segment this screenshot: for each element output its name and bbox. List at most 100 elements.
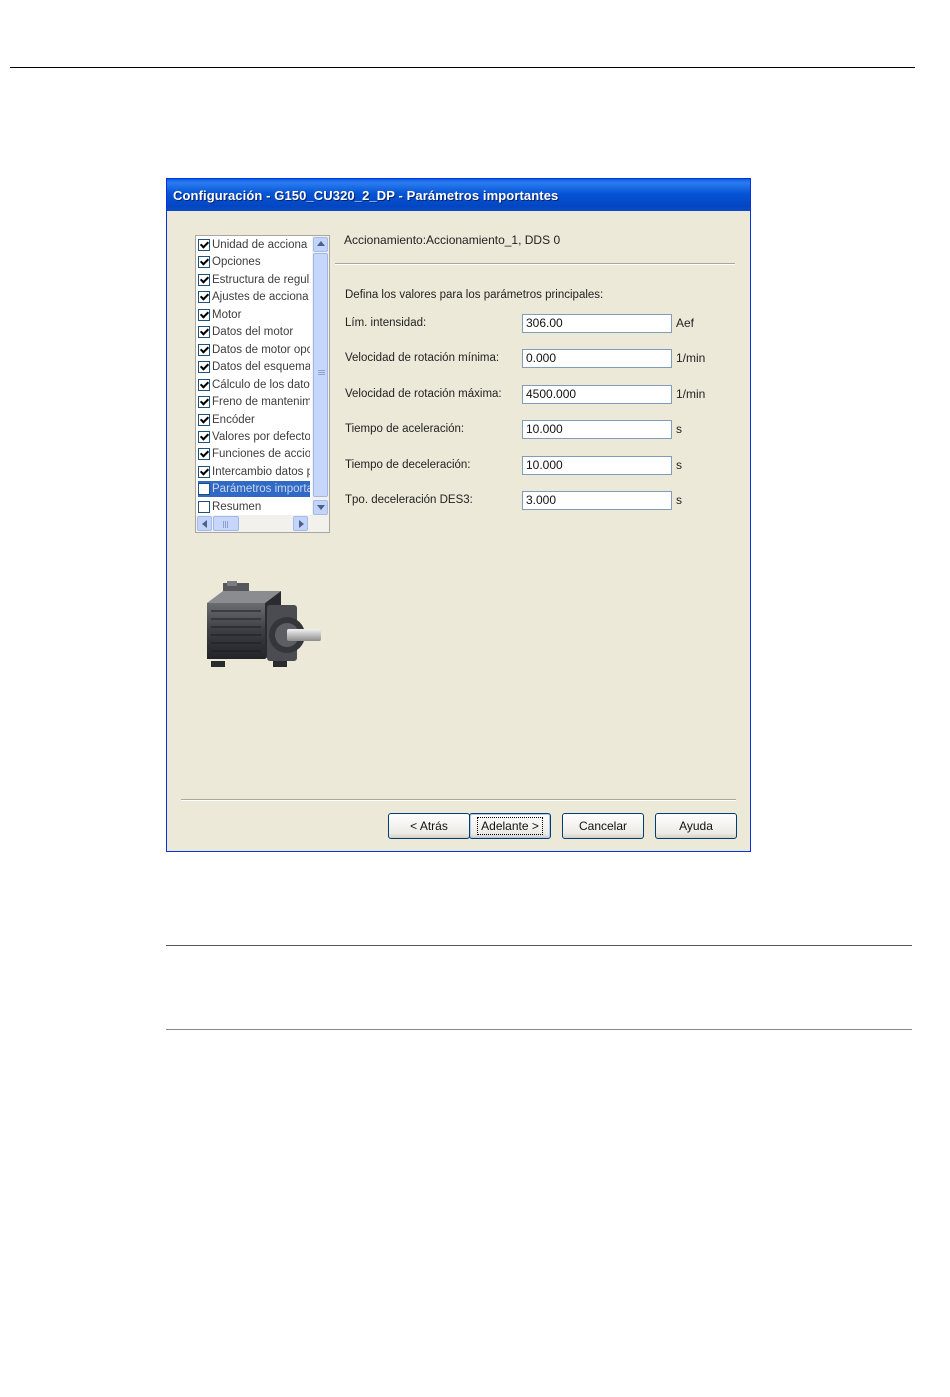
grip-icon <box>223 521 224 528</box>
param-unit: s <box>676 422 682 436</box>
param-unit: s <box>676 458 682 472</box>
param-unit: Aef <box>676 316 695 330</box>
tree-item[interactable]: Estructura de regul <box>198 272 310 288</box>
header-separator <box>335 263 735 264</box>
tree-item[interactable]: Cálculo de los dato <box>198 377 310 393</box>
tree-item-label: Encóder <box>212 413 255 426</box>
back-button-label: < Atrás <box>410 819 448 833</box>
checked-checkbox-icon[interactable] <box>198 396 210 409</box>
tree-item[interactable]: Motor <box>198 307 310 323</box>
param-unit: 1/min <box>676 387 706 401</box>
tree-item[interactable]: Datos del motor <box>198 324 310 340</box>
tree-item-label: Opciones <box>212 256 261 269</box>
tree-item-label: Valores por defecto <box>212 430 310 443</box>
arrow-right-icon <box>299 520 304 528</box>
arrow-down-icon <box>317 505 325 510</box>
scroll-up-button[interactable] <box>313 237 328 252</box>
checked-checkbox-icon[interactable] <box>198 465 210 478</box>
unchecked-checkbox-icon[interactable] <box>198 483 210 496</box>
param-value-field[interactable]: 4500.000 <box>522 385 672 404</box>
tree-item[interactable]: Resumen <box>198 499 310 515</box>
wizard-steps-list[interactable]: Unidad de acciona Opciones Estructura de r… <box>195 235 330 533</box>
tree-item-label: Parámetros importa <box>212 483 310 496</box>
tree-item[interactable]: Unidad de acciona <box>198 237 310 253</box>
checked-checkbox-icon[interactable] <box>198 343 210 356</box>
scroll-down-button[interactable] <box>313 500 328 515</box>
back-button[interactable]: < Atrás <box>388 813 470 839</box>
checked-checkbox-icon[interactable] <box>198 413 210 426</box>
param-label: Tiempo de aceleración: <box>345 423 465 435</box>
tree-item-label: Unidad de acciona <box>212 239 308 251</box>
motor-image <box>207 581 321 667</box>
section-rule-bottom <box>166 1029 912 1030</box>
title-bar[interactable]: Configuración - G150_CU320_2_DP - Paráme… <box>167 179 750 211</box>
param-value-field[interactable]: 10.000 <box>522 420 672 439</box>
help-button-label: Ayuda <box>679 819 713 833</box>
help-button[interactable]: Ayuda <box>655 813 737 839</box>
tree-item-label: Estructura de regul <box>212 273 310 286</box>
param-value-field[interactable]: 0.000 <box>522 349 672 368</box>
tree-item-label: Datos del esquema <box>212 361 310 374</box>
instruction-text: Defina los valores para los parámetros p… <box>345 289 604 301</box>
param-value-field[interactable]: 3.000 <box>522 491 672 510</box>
param-label: Tpo. deceleración DES3: <box>345 494 473 506</box>
tree-item[interactable]: Ajustes de acciona <box>198 289 310 305</box>
checked-checkbox-icon[interactable] <box>198 378 210 391</box>
checked-checkbox-icon[interactable] <box>198 256 210 269</box>
checked-checkbox-icon[interactable] <box>198 239 210 251</box>
tree-item[interactable]: Datos de motor opc <box>198 342 310 358</box>
checked-checkbox-icon[interactable] <box>198 326 210 339</box>
checked-checkbox-icon[interactable] <box>198 361 210 374</box>
tree-item[interactable]: Intercambio datos p <box>198 464 310 480</box>
tree-item-label: Freno de mantenim <box>212 396 310 409</box>
tree-item-label: Motor <box>212 308 242 321</box>
vertical-scroll-thumb[interactable] <box>313 253 328 497</box>
configuration-dialog: Configuración - G150_CU320_2_DP - Paráme… <box>166 178 751 852</box>
param-label: Tiempo de deceleración: <box>345 459 471 471</box>
horizontal-scroll-thumb[interactable] <box>213 516 239 531</box>
tree-item[interactable]: Funciones de accio <box>198 446 310 462</box>
param-label: Velocidad de rotación máxima: <box>345 388 502 400</box>
checked-checkbox-icon[interactable] <box>198 308 210 321</box>
horizontal-scrollbar[interactable] <box>196 515 329 532</box>
tree-item[interactable]: Datos del esquema <box>198 359 310 375</box>
scroll-right-button[interactable] <box>293 516 308 531</box>
arrow-left-icon <box>202 520 207 528</box>
param-value-field[interactable]: 306.00 <box>522 314 672 333</box>
param-unit: 1/min <box>676 351 706 365</box>
param-value-field[interactable]: 10.000 <box>522 456 672 475</box>
window-title: Configuración - G150_CU320_2_DP - Paráme… <box>173 188 559 203</box>
tree-item[interactable]: Valores por defecto <box>198 429 310 445</box>
tree-item-label: Resumen <box>212 500 262 513</box>
param-unit: s <box>676 493 682 507</box>
section-rule <box>166 945 912 946</box>
next-button[interactable]: Adelante > <box>469 813 551 839</box>
arrow-up-icon <box>317 241 325 246</box>
checked-checkbox-icon[interactable] <box>198 291 210 304</box>
drive-header: Accionamiento:Accionamiento_1, DDS 0 <box>344 233 561 247</box>
checked-checkbox-icon[interactable] <box>198 430 210 443</box>
scroll-left-button[interactable] <box>197 516 212 531</box>
tree-item-label: Datos de motor opc <box>212 343 310 356</box>
footer-separator <box>181 799 736 800</box>
grip-icon <box>318 370 325 371</box>
cancel-button-label: Cancelar <box>578 819 628 833</box>
page-top-rule <box>10 67 915 68</box>
param-label: Velocidad de rotación mínima: <box>345 352 500 364</box>
tree-item[interactable]: Freno de mantenim <box>198 394 310 410</box>
tree-item[interactable]: Parámetros importa <box>198 481 310 498</box>
tree-item[interactable]: Opciones <box>198 254 310 270</box>
vertical-scrollbar[interactable] <box>312 236 329 516</box>
tree-item-label: Cálculo de los dato <box>212 378 310 391</box>
tree-item-label: Intercambio datos p <box>212 465 310 478</box>
next-button-label: Adelante > <box>477 817 543 835</box>
tree-item-label: Datos del motor <box>212 326 294 339</box>
tree-item-label: Funciones de accio <box>212 448 310 461</box>
param-label: Lím. intensidad: <box>345 317 427 329</box>
cancel-button[interactable]: Cancelar <box>562 813 644 839</box>
tree-item-label: Ajustes de acciona <box>212 291 309 304</box>
checked-checkbox-icon[interactable] <box>198 448 210 461</box>
unchecked-checkbox-icon[interactable] <box>198 500 210 513</box>
tree-item[interactable]: Encóder <box>198 412 310 428</box>
checked-checkbox-icon[interactable] <box>198 273 210 286</box>
